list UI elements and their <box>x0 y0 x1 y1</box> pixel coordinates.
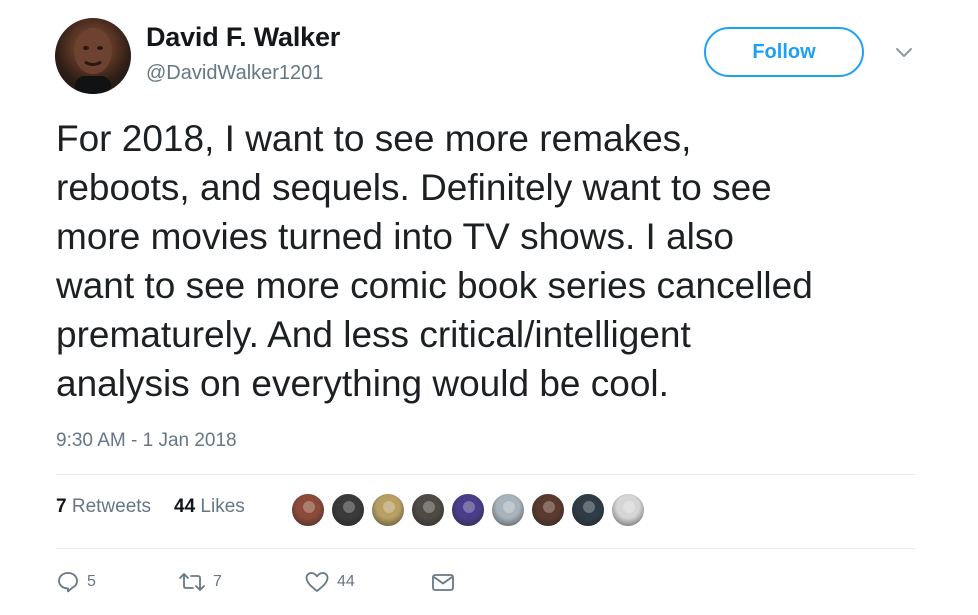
liker-avatar-head <box>303 501 315 513</box>
liker-avatar-head <box>583 501 595 513</box>
liker-avatar-2[interactable] <box>330 492 366 528</box>
liker-avatar-3[interactable] <box>370 492 406 528</box>
retweet-button[interactable]: 7 <box>178 566 222 598</box>
liker-avatar-head <box>503 501 515 513</box>
retweets-count: 7 <box>56 496 67 517</box>
retweets-stat[interactable]: 7 Retweets <box>56 496 151 518</box>
liker-avatar-9[interactable] <box>610 492 646 528</box>
divider <box>56 474 916 475</box>
envelope-icon <box>432 574 454 591</box>
liker-avatar-head <box>543 501 555 513</box>
liker-avatar-head <box>423 501 435 513</box>
like-button[interactable]: 44 <box>304 566 355 598</box>
likes-stat[interactable]: 44 Likes <box>174 496 245 518</box>
tweet-timestamp[interactable]: 9:30 AM - 1 Jan 2018 <box>56 430 237 452</box>
liker-avatar-1[interactable] <box>290 492 326 528</box>
reply-button[interactable]: 5 <box>56 566 96 598</box>
retweet-count: 7 <box>213 573 222 590</box>
tweet-card: David F. Walker @DavidWalker1201 Follow … <box>0 0 978 615</box>
reply-icon <box>58 572 78 593</box>
liker-avatar-head <box>343 501 355 513</box>
likes-count: 44 <box>174 496 196 517</box>
tweet-text: For 2018, I want to see more remakes, re… <box>56 118 813 404</box>
author-handle[interactable]: @DavidWalker1201 <box>146 62 323 85</box>
direct-message-button[interactable] <box>430 566 456 598</box>
retweet-icon <box>179 573 205 591</box>
chevron-down-icon[interactable] <box>892 42 916 62</box>
retweets-label: Retweets <box>71 496 152 517</box>
liker-avatar-head <box>623 501 635 513</box>
liker-avatar-5[interactable] <box>450 492 486 528</box>
liker-avatar-head <box>383 501 395 513</box>
follow-button[interactable]: Follow <box>704 27 864 77</box>
liker-avatar-head <box>463 501 475 513</box>
author-avatar[interactable] <box>55 18 131 94</box>
liker-avatar-8[interactable] <box>570 492 606 528</box>
like-count: 44 <box>337 573 355 590</box>
liker-avatar-4[interactable] <box>410 492 446 528</box>
liker-avatar-6[interactable] <box>490 492 526 528</box>
divider <box>56 548 916 549</box>
likes-label: Likes <box>200 496 245 517</box>
liker-avatar-7[interactable] <box>530 492 566 528</box>
heart-icon <box>305 572 329 592</box>
avatar-face-icon <box>74 28 112 94</box>
reply-count: 5 <box>87 573 96 590</box>
author-name[interactable]: David F. Walker <box>146 22 340 53</box>
